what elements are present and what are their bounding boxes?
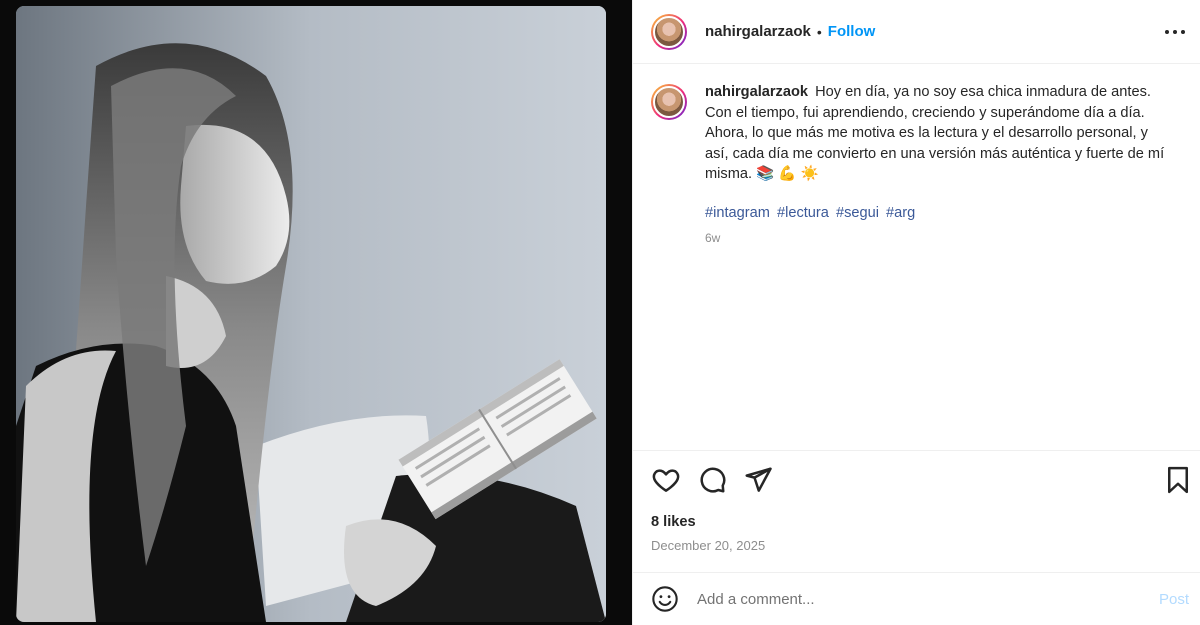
- post-header: nahirgalarzaok • Follow: [633, 0, 1200, 64]
- hashtag-list: #intagram #lectura #segui #arg: [705, 205, 1175, 221]
- action-bar: [651, 465, 1191, 497]
- caption-text-wrap: nahirgalarzaok Hoy en día, ya no soy esa…: [705, 82, 1175, 245]
- paper-plane-icon[interactable]: [743, 465, 773, 495]
- comment-input[interactable]: [697, 590, 1117, 608]
- bookmark-icon[interactable]: [1163, 465, 1193, 495]
- post-sidebar: nahirgalarzaok • Follow nahirgalarzaok H…: [632, 0, 1200, 625]
- post-media: [0, 0, 632, 625]
- caption-body: nahirgalarzaok Hoy en día, ya no soy esa…: [705, 82, 1175, 185]
- post-photo[interactable]: [16, 6, 606, 622]
- woman-reading-photo: [16, 6, 606, 622]
- post-caption: nahirgalarzaok Hoy en día, ya no soy esa…: [651, 82, 1191, 245]
- separator-dot: •: [816, 23, 822, 40]
- heart-icon[interactable]: [651, 465, 681, 495]
- more-horizontal-icon[interactable]: [1165, 22, 1185, 42]
- caption-avatar[interactable]: [651, 84, 687, 120]
- hashtag-link[interactable]: #segui: [836, 205, 879, 221]
- smiley-icon[interactable]: [651, 585, 679, 613]
- post-date: December 20, 2025: [651, 538, 766, 553]
- post-username[interactable]: nahirgalarzaok: [705, 23, 811, 40]
- likes-count[interactable]: 8 likes: [651, 514, 696, 530]
- hashtag-link[interactable]: #arg: [886, 205, 915, 221]
- hashtag-link[interactable]: #lectura: [777, 205, 829, 221]
- caption-time[interactable]: 6w: [705, 231, 1175, 245]
- caption-username[interactable]: nahirgalarzaok: [705, 84, 808, 100]
- comment-bar: Post: [633, 572, 1200, 625]
- comment-bubble-icon[interactable]: [697, 465, 727, 495]
- actions-divider: [633, 450, 1200, 451]
- hashtag-link[interactable]: #intagram: [705, 205, 770, 221]
- avatar[interactable]: [651, 13, 687, 50]
- post-comment-button[interactable]: Post: [1159, 591, 1189, 608]
- follow-button[interactable]: Follow: [828, 23, 876, 40]
